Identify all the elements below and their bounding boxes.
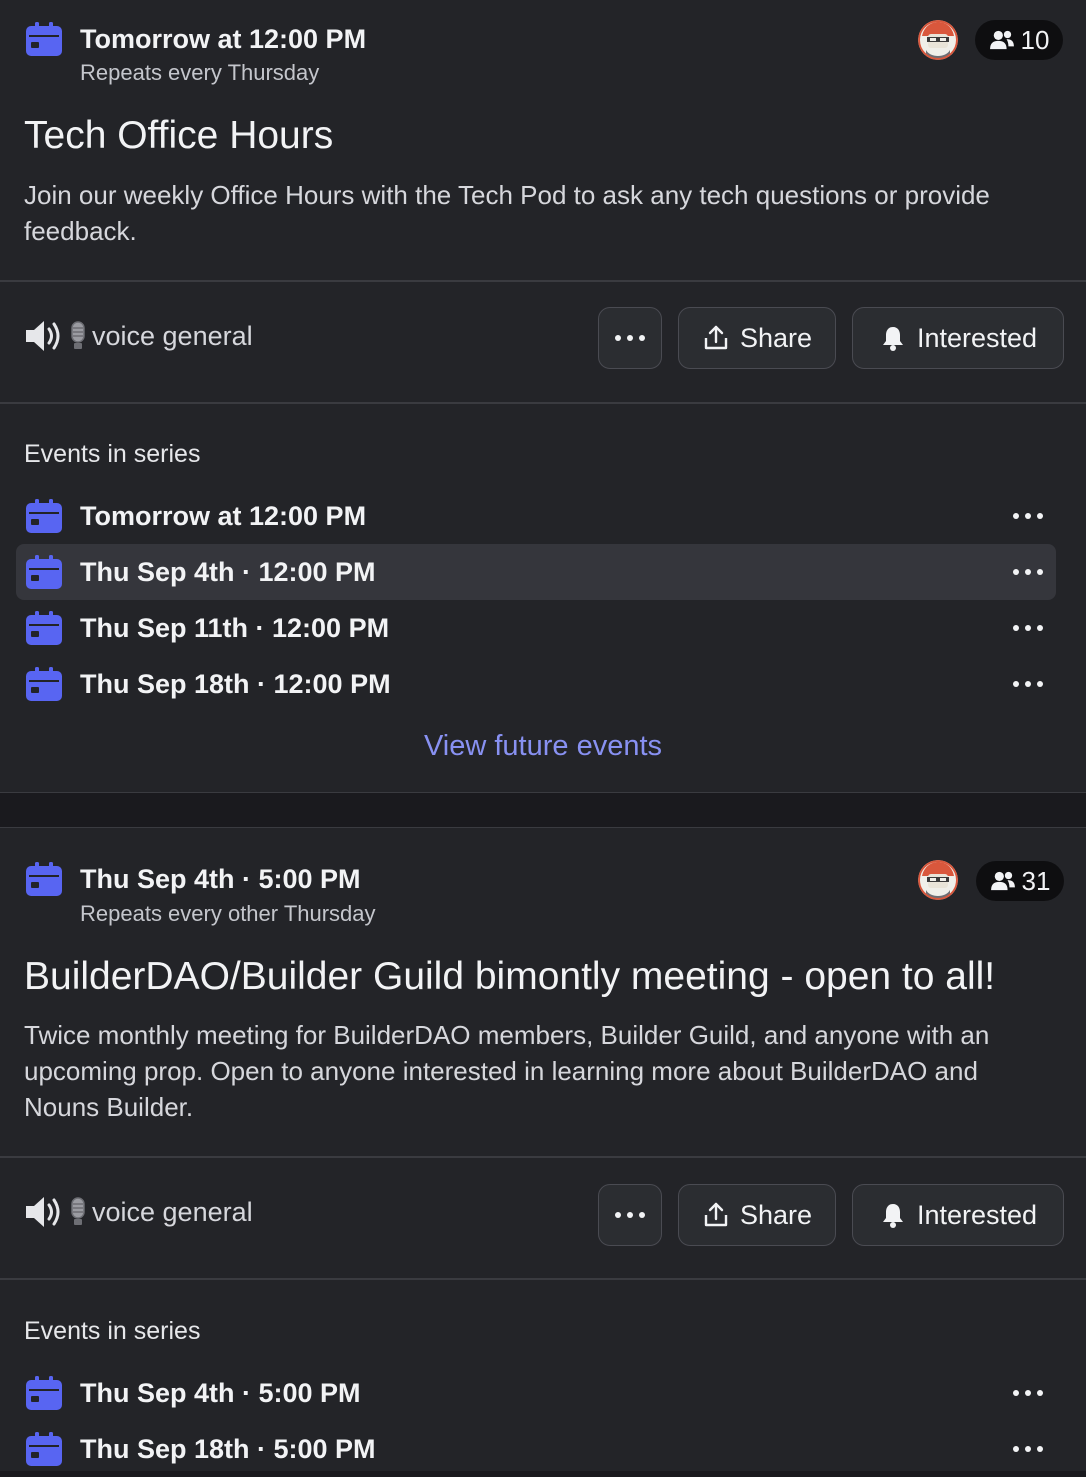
ellipsis-icon: [612, 324, 648, 352]
share-label: Share: [739, 1199, 813, 1230]
event-recurrence: Repeats every other Thursday: [80, 901, 376, 926]
more-options-icon[interactable]: [1010, 502, 1046, 530]
creator-avatar[interactable]: [918, 20, 958, 60]
series-heading: Events in series: [24, 1317, 201, 1345]
calendar-icon: [26, 499, 62, 533]
event-title[interactable]: Tech Office Hours: [24, 114, 333, 158]
people-icon: [989, 29, 1015, 51]
speaker-icon: [24, 1194, 64, 1230]
event-datetime: Thu Sep 4th · 5:00 PM: [80, 864, 361, 894]
series-event-row[interactable]: Thu Sep 18th · 5:00 PM: [16, 1421, 1056, 1477]
divider: [0, 1278, 1086, 1280]
microphone-icon: [68, 321, 88, 351]
series-event-row[interactable]: Thu Sep 4th · 5:00 PM: [16, 1365, 1056, 1421]
divider: [0, 1156, 1086, 1158]
series-event-row[interactable]: Thu Sep 18th · 12:00 PM: [16, 656, 1056, 712]
event-location[interactable]: voice general: [24, 318, 253, 354]
interested-button[interactable]: Interested: [852, 1184, 1064, 1246]
microphone-icon: [68, 1197, 88, 1227]
ellipsis-icon: [612, 1201, 648, 1229]
series-event-label: Thu Sep 4th · 12:00 PM: [80, 557, 376, 587]
event-description: Twice monthly meeting for BuilderDAO mem…: [24, 1020, 990, 1122]
more-options-icon[interactable]: [1010, 1379, 1046, 1407]
interested-button[interactable]: Interested: [852, 307, 1064, 369]
event-card: Thu Sep 4th · 5:00 PM Repeats every othe…: [0, 827, 1086, 1471]
series-event-label: Thu Sep 4th · 5:00 PM: [80, 1378, 361, 1408]
share-label: Share: [739, 322, 813, 353]
series-event-row[interactable]: Thu Sep 4th · 12:00 PM: [16, 544, 1056, 600]
interested-count: 31: [1021, 865, 1051, 896]
event-card: Tomorrow at 12:00 PM Repeats every Thurs…: [0, 0, 1086, 793]
divider: [0, 402, 1086, 404]
interested-count-badge[interactable]: 31: [976, 861, 1064, 901]
more-options-icon[interactable]: [1010, 558, 1046, 586]
location-label: voice general: [92, 1196, 253, 1227]
bell-icon: [879, 1201, 907, 1229]
share-icon: [702, 1201, 730, 1229]
creator-avatar[interactable]: [918, 860, 958, 900]
people-icon: [990, 870, 1016, 892]
more-options-icon[interactable]: [1010, 614, 1046, 642]
interested-label: Interested: [916, 322, 1038, 353]
calendar-icon: [26, 555, 62, 589]
series-heading: Events in series: [24, 440, 201, 468]
event-description: Join our weekly Office Hours with the Te…: [24, 180, 990, 246]
share-icon: [702, 324, 730, 352]
event-location[interactable]: voice general: [24, 1194, 253, 1230]
series-event-label: Thu Sep 18th · 5:00 PM: [80, 1434, 376, 1464]
view-future-events-link[interactable]: View future events: [0, 730, 1086, 763]
calendar-icon: [26, 862, 62, 896]
more-options-button[interactable]: [598, 1184, 662, 1246]
event-title[interactable]: BuilderDAO/Builder Guild bimontly meetin…: [24, 955, 995, 999]
series-event-label: Tomorrow at 12:00 PM: [80, 501, 367, 531]
calendar-icon: [26, 611, 62, 645]
series-event-label: Thu Sep 18th · 12:00 PM: [80, 669, 391, 699]
share-button[interactable]: Share: [678, 307, 836, 369]
series-event-row[interactable]: Thu Sep 11th · 12:00 PM: [16, 600, 1056, 656]
divider: [0, 280, 1086, 282]
calendar-icon: [26, 1432, 62, 1466]
speaker-icon: [24, 318, 64, 354]
series-event-label: Thu Sep 11th · 12:00 PM: [80, 613, 390, 643]
more-options-button[interactable]: [598, 307, 662, 369]
interested-count-badge[interactable]: 10: [975, 20, 1063, 60]
more-options-icon[interactable]: [1010, 1435, 1046, 1463]
interested-label: Interested: [916, 1199, 1038, 1230]
calendar-icon: [26, 22, 62, 56]
calendar-icon: [26, 1376, 62, 1410]
event-datetime: Tomorrow at 12:00 PM: [80, 24, 367, 54]
calendar-icon: [26, 667, 62, 701]
bell-icon: [879, 324, 907, 352]
series-event-row[interactable]: Tomorrow at 12:00 PM: [16, 488, 1056, 544]
location-label: voice general: [92, 320, 253, 351]
event-recurrence: Repeats every Thursday: [80, 60, 320, 85]
interested-count: 10: [1020, 24, 1050, 55]
share-button[interactable]: Share: [678, 1184, 836, 1246]
more-options-icon[interactable]: [1010, 670, 1046, 698]
